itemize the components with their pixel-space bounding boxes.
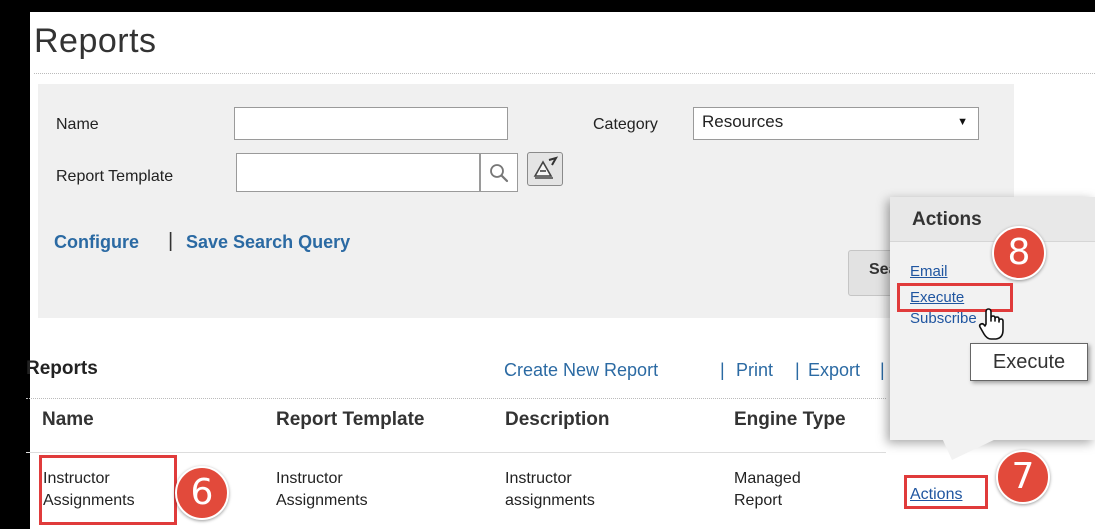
name-input[interactable]	[234, 107, 508, 140]
callout-badge-6: 6	[175, 466, 229, 520]
column-header-description[interactable]: Description	[505, 409, 610, 431]
toolbar-separator: |	[720, 360, 725, 380]
cell-description: Instructor assignments	[505, 470, 595, 509]
callout-badge-8: 8	[992, 226, 1046, 280]
actions-popover-title: Actions	[912, 209, 982, 230]
highlight-actions-link	[904, 475, 988, 509]
name-label: Name	[56, 116, 99, 133]
actions-popover-header: Actions	[890, 197, 1095, 242]
eraser-icon	[533, 156, 559, 179]
window-frame-top	[0, 0, 1095, 12]
column-header-engine-type[interactable]: Engine Type	[734, 409, 846, 431]
row-divider	[26, 452, 886, 453]
action-subscribe-clip: Subscribe	[910, 310, 982, 330]
report-template-input[interactable]	[236, 153, 480, 192]
template-clear-button[interactable]	[527, 152, 563, 186]
category-label: Category	[593, 116, 658, 133]
create-new-report-link[interactable]: Create New Report	[504, 360, 658, 381]
magnifier-icon	[490, 163, 509, 182]
action-subscribe[interactable]: Subscribe	[910, 310, 977, 327]
reports-section-title: Reports	[26, 358, 98, 379]
page-title: Reports	[34, 22, 157, 60]
export-link[interactable]: Export	[808, 360, 860, 381]
hand-pointer-icon	[978, 308, 1004, 340]
column-header-name[interactable]: Name	[42, 409, 94, 431]
table-header-divider	[26, 398, 886, 399]
category-select-value: Resources	[702, 112, 784, 131]
window-frame-left	[0, 0, 30, 529]
toolbar-separator: |	[795, 360, 800, 380]
toolbar-separator: |	[880, 360, 885, 380]
highlight-report-name	[39, 455, 177, 525]
link-separator: |	[168, 230, 174, 252]
report-template-label: Report Template	[56, 168, 174, 185]
print-link[interactable]: Print	[736, 360, 773, 381]
callout-badge-7: 7	[996, 450, 1050, 504]
category-select[interactable]: Resources ▼	[693, 107, 979, 140]
execute-tooltip: Execute	[970, 343, 1088, 381]
triangle-down-icon: ▼	[957, 116, 968, 128]
title-divider	[34, 73, 1095, 74]
save-search-query-link[interactable]: Save Search Query	[186, 232, 350, 253]
cell-engine-type: Managed Report	[734, 470, 801, 509]
template-lookup-button[interactable]	[480, 153, 518, 192]
action-email[interactable]: Email	[910, 263, 948, 280]
cell-report-template: Instructor Assignments	[276, 470, 368, 509]
column-header-report-template[interactable]: Report Template	[276, 409, 425, 431]
popover-pointer	[942, 438, 998, 460]
configure-link[interactable]: Configure	[54, 232, 139, 253]
